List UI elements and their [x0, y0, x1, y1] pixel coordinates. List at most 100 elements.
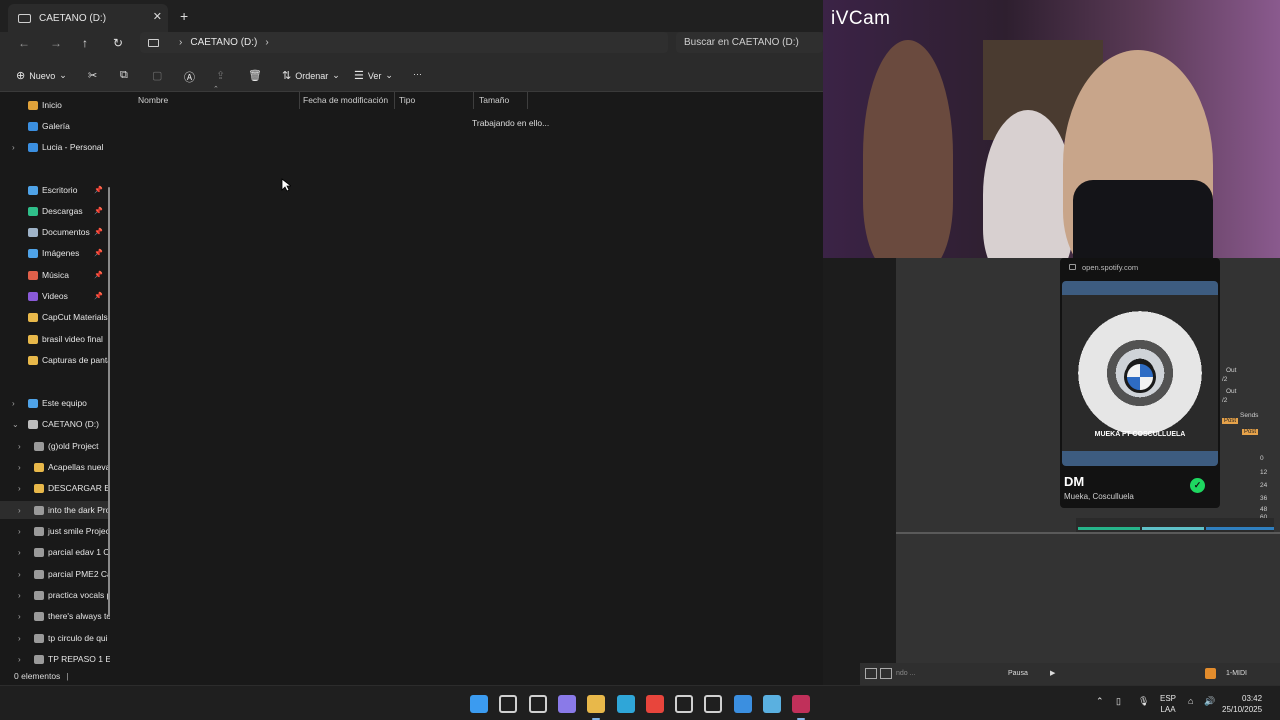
- app-icon[interactable]: [734, 695, 752, 713]
- clock[interactable]: 03:42 25/10/2025: [1222, 693, 1262, 715]
- share-button[interactable]: ⇪: [216, 69, 225, 82]
- chevron-icon[interactable]: ›: [18, 548, 21, 557]
- forward-button[interactable]: →: [50, 36, 62, 50]
- file-explorer-icon[interactable]: [587, 695, 605, 720]
- sidebar-item[interactable]: Galería: [0, 117, 110, 135]
- sidebar-item[interactable]: › tp circulo de qui: [0, 629, 110, 647]
- breadcrumb-separator-end[interactable]: ›: [265, 37, 268, 48]
- sidebar-item[interactable]: Capturas de pantalla: [0, 351, 110, 369]
- address-bar[interactable]: › CAETANO (D:) ›: [140, 32, 668, 53]
- refresh-button[interactable]: ↻: [113, 36, 123, 50]
- close-tab-icon[interactable]: ✕: [153, 10, 162, 23]
- chevron-icon[interactable]: ›: [18, 634, 21, 643]
- chevron-icon[interactable]: ›: [12, 143, 15, 152]
- more-options-button[interactable]: ···: [413, 69, 422, 79]
- tray-overflow-icon[interactable]: ⌃: [1096, 696, 1104, 707]
- copilot-icon[interactable]: [558, 695, 576, 713]
- new-tab-button[interactable]: +: [180, 8, 188, 24]
- new-button[interactable]: ⊕ Nuevo ⌄: [16, 69, 67, 82]
- song-title[interactable]: DM: [1064, 474, 1084, 489]
- chevron-icon[interactable]: ›: [18, 527, 21, 536]
- store-icon[interactable]: [675, 695, 693, 713]
- network-icon[interactable]: ⌂: [1188, 696, 1193, 706]
- column-header-type[interactable]: Tipo: [399, 95, 415, 105]
- notepad-icon[interactable]: [763, 695, 781, 713]
- sort-button[interactable]: ⇅ Ordenar ⌄: [282, 69, 340, 82]
- column-divider[interactable]: [299, 92, 300, 109]
- sidebar-item[interactable]: Documentos 📌: [0, 223, 110, 241]
- view-button[interactable]: ☰ Ver ⌄: [354, 69, 393, 82]
- saved-check-icon[interactable]: ✓: [1190, 478, 1205, 493]
- sidebar-item[interactable]: › Lucia - Personal: [0, 138, 110, 156]
- sidebar-item[interactable]: › parcial edav 1 Ca: [0, 543, 110, 561]
- spotify-miniplayer[interactable]: open.spotify.com MUEKA FT COSCULLUELA DM…: [1060, 258, 1220, 508]
- task-view-icon[interactable]: [529, 695, 547, 713]
- settings-icon[interactable]: [704, 695, 722, 713]
- paste-button[interactable]: ▢: [152, 69, 162, 82]
- file-list[interactable]: ⌃ Nombre Fecha de modificación Tipo Tama…: [113, 86, 823, 667]
- sidebar-item[interactable]: › just smile Project: [0, 522, 110, 540]
- microphone-icon[interactable]: 🎙: [1138, 696, 1149, 707]
- start-icon[interactable]: [470, 695, 488, 713]
- delete-button[interactable]: 🗑: [248, 69, 262, 82]
- column-header-size[interactable]: Tamaño: [479, 95, 509, 105]
- sidebar-item[interactable]: Música 📌: [0, 266, 110, 284]
- sidebar-item[interactable]: brasil video final: [0, 330, 110, 348]
- breadcrumb-caetano[interactable]: CAETANO (D:): [190, 37, 257, 48]
- sidebar-item[interactable]: Videos 📌: [0, 287, 110, 305]
- battery-icon[interactable]: ▯: [1116, 696, 1121, 707]
- chevron-icon[interactable]: ⌄: [12, 420, 19, 429]
- column-divider[interactable]: [527, 92, 528, 109]
- chevron-icon[interactable]: ›: [18, 655, 21, 664]
- sidebar-item[interactable]: › practica vocals p: [0, 586, 110, 604]
- song-artist[interactable]: Mueka, Cosculluela: [1064, 492, 1134, 501]
- chevron-icon[interactable]: ›: [12, 399, 15, 408]
- sidebar-item[interactable]: › TP REPASO 1 ED: [0, 650, 110, 667]
- column-header-name[interactable]: Nombre: [138, 95, 168, 105]
- sidebar-item[interactable]: ⌄ CAETANO (D:): [0, 415, 110, 433]
- volume-icon[interactable]: 🔊: [1204, 696, 1215, 707]
- search-input[interactable]: Buscar en CAETANO (D:): [676, 32, 823, 53]
- sidebar-item[interactable]: Imágenes 📌: [0, 244, 110, 262]
- view-grid-icon[interactable]: [865, 668, 877, 679]
- chevron-icon[interactable]: ›: [18, 612, 21, 621]
- post-toggle[interactable]: Post: [1222, 418, 1239, 424]
- cut-button[interactable]: ✂: [88, 69, 97, 82]
- sidebar-item[interactable]: › Acapellas nuevas: [0, 458, 110, 476]
- sidebar-scrollbar[interactable]: [108, 187, 110, 617]
- post-toggle-2[interactable]: Post: [1242, 429, 1259, 435]
- tab-caetano[interactable]: CAETANO (D:) ✕: [8, 4, 168, 32]
- copy-button[interactable]: ⧉: [120, 69, 128, 82]
- chevron-icon[interactable]: ›: [18, 570, 21, 579]
- ableton-live-icon[interactable]: [792, 695, 810, 720]
- output-channel[interactable]: /2: [1222, 376, 1227, 383]
- back-button[interactable]: ←: [18, 36, 30, 50]
- sidebar-item[interactable]: Descargas 📌: [0, 202, 110, 220]
- play-icon[interactable]: ▶: [1050, 669, 1055, 677]
- language-indicator[interactable]: ESP LAA: [1160, 693, 1176, 715]
- chevron-icon[interactable]: ›: [18, 463, 21, 472]
- column-divider[interactable]: [473, 92, 474, 109]
- column-header-date[interactable]: Fecha de modificación: [303, 95, 388, 105]
- chevron-icon[interactable]: ›: [18, 506, 21, 515]
- rename-button[interactable]: Ⓐ: [184, 69, 195, 85]
- chevron-icon[interactable]: ›: [18, 591, 21, 600]
- edge-icon[interactable]: [617, 695, 635, 713]
- sidebar-item[interactable]: CapCut Materials: [0, 308, 110, 326]
- pause-label[interactable]: Pausa: [1008, 670, 1028, 677]
- sidebar-item[interactable]: › Este equipo: [0, 394, 110, 412]
- sidebar-item[interactable]: Inicio: [0, 96, 110, 114]
- chevron-icon[interactable]: ›: [18, 442, 21, 451]
- chevron-icon[interactable]: ›: [18, 484, 21, 493]
- sidebar-item[interactable]: Escritorio 📌: [0, 181, 110, 199]
- sidebar-item[interactable]: › into the dark Project: [0, 501, 110, 519]
- midi-track-label[interactable]: 1-MIDI: [1226, 670, 1247, 677]
- chrome-icon[interactable]: [646, 695, 664, 713]
- search-icon[interactable]: [499, 695, 517, 713]
- up-button[interactable]: ↑: [82, 36, 88, 50]
- output-channel-2[interactable]: /2: [1222, 397, 1227, 404]
- view-list-icon[interactable]: [880, 668, 892, 679]
- sidebar-item[interactable]: › there's always to: [0, 607, 110, 625]
- sidebar-item[interactable]: › parcial PME2 Ca: [0, 565, 110, 583]
- sidebar-item[interactable]: › DESCARGAR EN: [0, 479, 110, 497]
